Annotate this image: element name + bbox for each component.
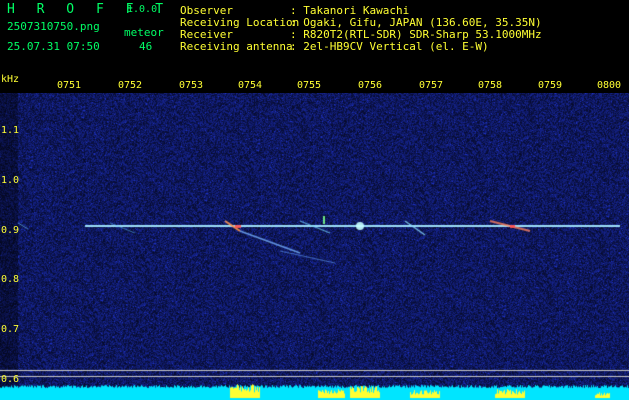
app-version: 1.0.0 [127,4,158,15]
time-tick-label: 0755 [297,80,322,91]
time-tick-label: 0751 [57,80,82,91]
meteor-label: meteor [124,26,164,39]
frequency-tick-label: 0.8 [1,274,20,285]
file-name: 2507310750.png [7,20,100,33]
spectrogram [0,93,629,400]
time-tick-label: 0753 [179,80,204,91]
time-tick-label: 0757 [419,80,444,91]
time-tick-label: 0800 [597,80,622,91]
time-tick-label: 0756 [358,80,383,91]
frequency-unit-label: kHz [1,74,20,85]
frequency-tick-label: 0.9 [1,225,20,236]
time-tick-label: 0758 [478,80,503,91]
meteor-count: 46 [139,40,153,53]
time-tick-label: 0759 [538,80,563,91]
frequency-tick-label: 0.7 [1,324,20,335]
time-tick-label: 0752 [118,80,143,91]
frequency-tick-label: 0.6 [1,374,20,385]
frequency-tick-label: 1.1 [1,125,20,136]
info-antenna-value: : 2el-HB9CV Vertical (el. E-W) [290,40,489,53]
time-tick-label: 0754 [238,80,263,91]
frequency-tick-label: 1.0 [1,175,20,186]
info-antenna-label: Receiving antenna [180,40,293,53]
file-timestamp: 25.07.31 07:50 [7,40,100,53]
